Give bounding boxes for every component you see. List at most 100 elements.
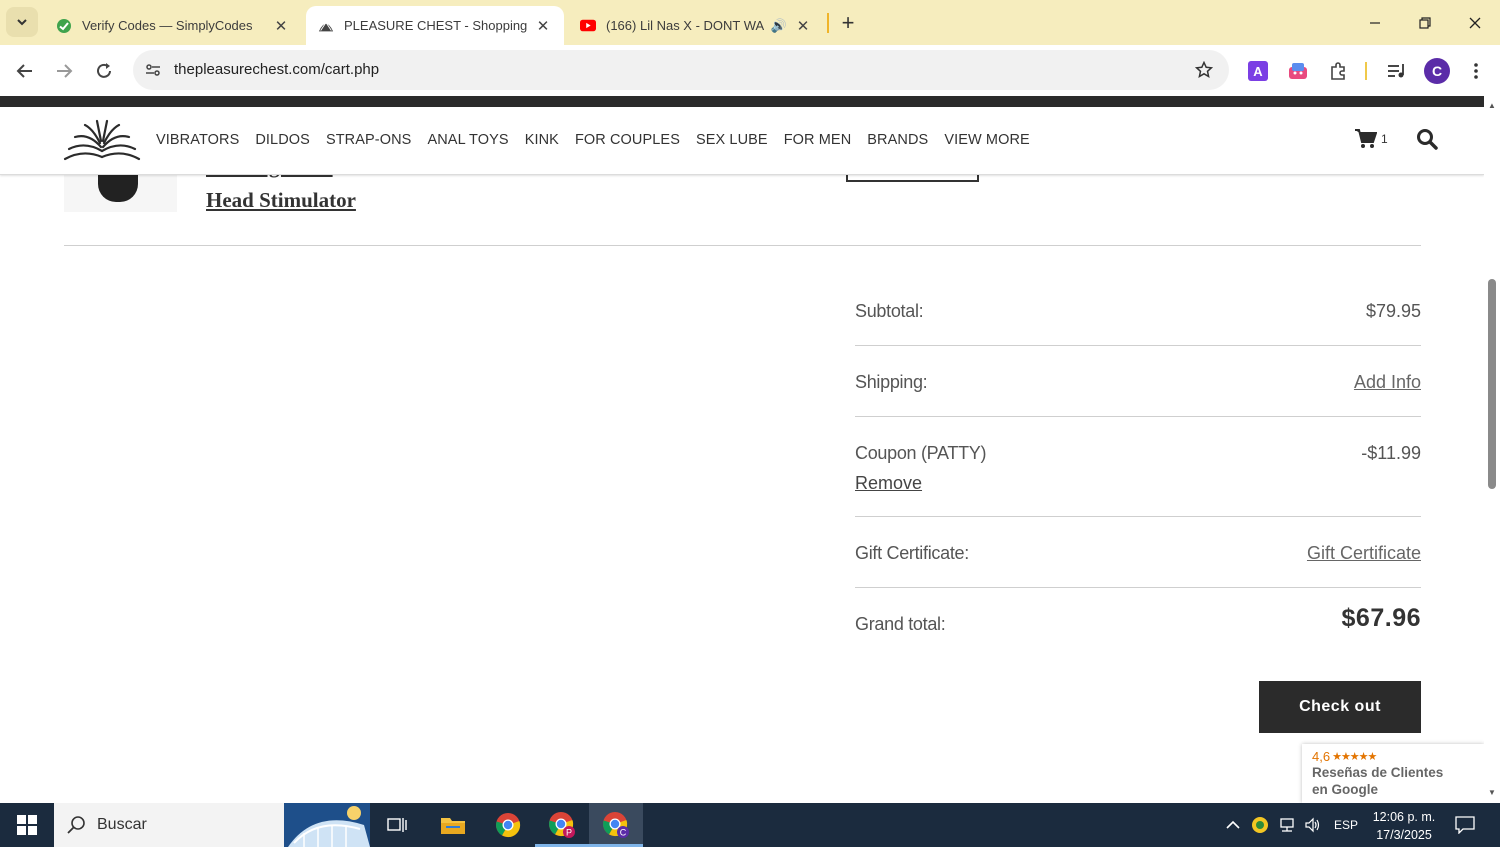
input-language[interactable]: ESP <box>1334 818 1358 832</box>
checkout-button[interactable]: Check out <box>1259 681 1421 733</box>
network-icon[interactable] <box>1275 803 1299 847</box>
tab-title: Verify Codes — SimplyCodes <box>82 18 253 33</box>
pleasure-chest-favicon-icon <box>318 18 334 34</box>
youtube-favicon-icon <box>580 18 596 34</box>
gift-certificate-link[interactable]: Gift Certificate <box>1307 543 1421 564</box>
forward-button[interactable] <box>48 55 80 87</box>
minimize-button[interactable] <box>1350 0 1400 45</box>
close-tab-icon[interactable]: ✕ <box>534 17 552 35</box>
bookmark-star-icon[interactable] <box>1193 59 1215 81</box>
shopping-cart-icon <box>1355 129 1377 148</box>
back-button[interactable] <box>9 55 41 87</box>
main-nav: VIBRATORS DILDOS STRAP-ONS ANAL TOYS KIN… <box>156 132 1046 148</box>
folder-icon <box>441 818 465 834</box>
system-clock[interactable]: 12:06 p. m. 17/3/2025 <box>1366 808 1442 844</box>
taskbar-search[interactable]: Buscar <box>54 803 370 847</box>
profile-avatar[interactable]: C <box>1424 58 1450 84</box>
scroll-down-arrow-icon[interactable]: ▼ <box>1487 787 1497 797</box>
simplycodes-favicon-icon <box>56 18 72 34</box>
speaker-icon[interactable]: 🔊 <box>770 17 788 35</box>
subtotal-value: $79.95 <box>1365 301 1421 321</box>
google-reviews-badge[interactable]: 4,6 ★★★★★ Reseñas de Clientes en Google <box>1302 744 1484 803</box>
search-highlight-illustration-icon <box>284 803 370 847</box>
shipping-add-info-link[interactable]: Add Info <box>1354 372 1421 393</box>
start-button[interactable] <box>0 803 54 847</box>
volume-icon[interactable] <box>1301 803 1325 847</box>
chrome-profile-icon: P <box>549 812 575 838</box>
nav-dildos[interactable]: DILDOS <box>255 132 310 148</box>
rating-stars-icon: ★★★★★ <box>1332 751 1377 763</box>
address-bar[interactable]: thepleasurechest.com/cart.php <box>133 50 1229 90</box>
tab-pleasure-chest[interactable]: PLEASURE CHEST - Shopping Cart ✕ <box>306 6 564 45</box>
new-tab-button[interactable]: + <box>834 9 862 37</box>
svg-text:C: C <box>620 828 627 838</box>
close-window-button[interactable] <box>1450 0 1500 45</box>
task-view-button[interactable] <box>370 803 424 847</box>
tab-youtube[interactable]: (166) Lil Nas X - DONT WANT IT 🔊 ✕ <box>568 6 824 45</box>
coupon-row: Coupon (PATTY) -$11.99 Remove <box>855 417 1421 517</box>
windows-logo-icon <box>17 815 37 835</box>
search-icon[interactable] <box>1416 128 1438 150</box>
url-text: thepleasurechest.com/cart.php <box>174 61 380 78</box>
chrome-icon <box>496 813 521 838</box>
nav-for-couples[interactable]: FOR COUPLES <box>575 132 680 148</box>
notifications-button[interactable] <box>1450 803 1480 847</box>
chevron-down-icon <box>17 19 27 26</box>
site-header: VIBRATORS DILDOS STRAP-ONS ANAL TOYS KIN… <box>0 107 1484 175</box>
tab-search-button[interactable] <box>6 7 38 37</box>
divider <box>64 245 1421 246</box>
google-badge-line1: Reseñas de Clientes <box>1312 765 1444 780</box>
scrollbar-thumb[interactable] <box>1488 279 1496 489</box>
tray-app-icon[interactable] <box>1248 803 1272 847</box>
notification-icon <box>1455 816 1475 834</box>
cart-button[interactable]: 1 <box>1355 127 1388 151</box>
tab-simplycodes[interactable]: Verify Codes — SimplyCodes ✕ <box>44 6 302 45</box>
tab-title: PLEASURE CHEST - Shopping Cart <box>344 18 528 33</box>
svg-text:P: P <box>566 828 572 838</box>
nav-brands[interactable]: BRANDS <box>867 132 928 148</box>
show-hidden-icons-button[interactable] <box>1222 803 1244 847</box>
extension-coupon-icon[interactable] <box>1285 58 1311 84</box>
arrow-right-icon <box>57 64 73 78</box>
nav-view-more[interactable]: VIEW MORE <box>944 132 1030 148</box>
extension-a-icon[interactable]: A <box>1245 58 1271 84</box>
scroll-up-arrow-icon[interactable]: ▲ <box>1487 100 1497 110</box>
cart-count: 1 <box>1381 132 1388 146</box>
chrome-taskbar-button[interactable] <box>481 803 535 847</box>
nav-sex-lube[interactable]: SEX LUBE <box>696 132 768 148</box>
close-tab-icon[interactable]: ✕ <box>794 17 812 35</box>
restore-button[interactable] <box>1400 0 1450 45</box>
grand-total-row: Grand total: $67.96 <box>855 588 1421 658</box>
coupon-value: -$11.99 <box>1361 443 1421 463</box>
nav-anal-toys[interactable]: ANAL TOYS <box>427 132 508 148</box>
reload-icon <box>97 63 111 78</box>
minimize-icon <box>1370 21 1380 24</box>
file-explorer-button[interactable] <box>426 803 480 847</box>
nav-for-men[interactable]: FOR MEN <box>784 132 852 148</box>
close-tab-icon[interactable]: ✕ <box>272 17 290 35</box>
tab-title: (166) Lil Nas X - DONT WANT IT <box>606 18 764 33</box>
nav-strap-ons[interactable]: STRAP-ONS <box>326 132 412 148</box>
page-scrollbar[interactable]: ▲ ▼ <box>1484 96 1500 803</box>
pleasure-chest-logo[interactable] <box>63 119 141 163</box>
restore-icon <box>1419 16 1431 29</box>
chrome-profile-c-button[interactable]: C <box>589 803 643 847</box>
google-badge-line2: en Google <box>1312 782 1379 797</box>
media-controls-icon[interactable] <box>1384 58 1410 84</box>
extensions-puzzle-icon[interactable] <box>1325 58 1351 84</box>
nav-vibrators[interactable]: VIBRATORS <box>156 132 239 148</box>
product-name-line2[interactable]: Head Stimulator <box>206 188 356 213</box>
reload-button[interactable] <box>88 55 120 87</box>
site-info-icon[interactable] <box>141 58 165 82</box>
chevron-up-icon <box>1226 820 1240 829</box>
browser-toolbar: thepleasurechest.com/cart.php A C <box>0 45 1500 96</box>
tab-group-divider <box>827 13 829 33</box>
chrome-profile-p-button[interactable]: P <box>535 803 589 847</box>
grand-total-value: $67.96 <box>1341 604 1421 632</box>
cart-totals: Subtotal: $79.95 Shipping: Add Info Coup… <box>855 275 1421 658</box>
close-icon <box>1469 17 1481 28</box>
shipping-label: Shipping: <box>855 372 928 392</box>
nav-kink[interactable]: KINK <box>525 132 559 148</box>
coupon-remove-link[interactable]: Remove <box>855 473 922 494</box>
browser-menu-icon[interactable] <box>1463 58 1489 84</box>
